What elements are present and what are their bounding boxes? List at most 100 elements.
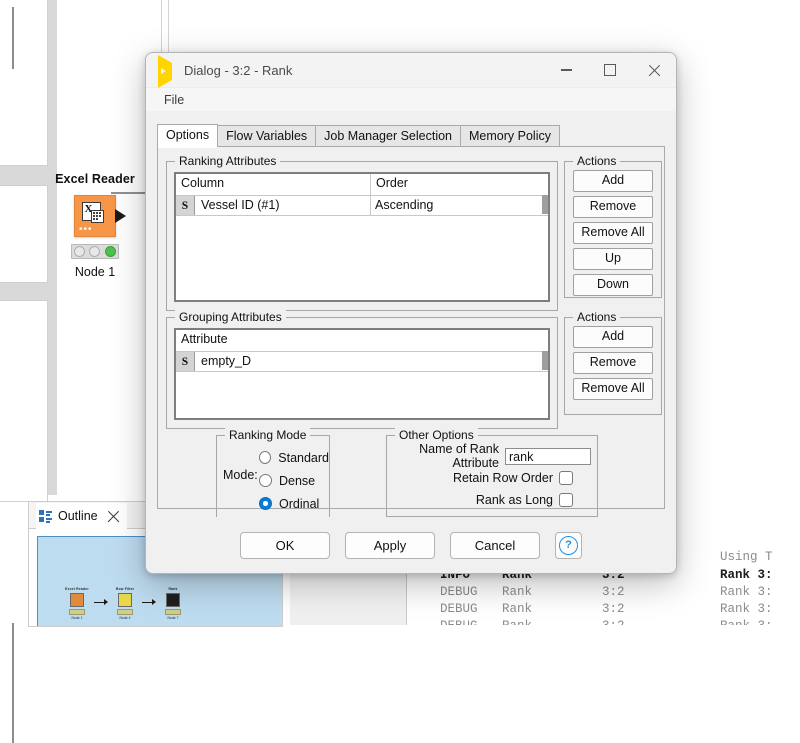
console-source: Rank xyxy=(502,585,533,599)
mini-node-name: Rank xyxy=(168,587,178,591)
column-header-order[interactable]: Order xyxy=(371,174,548,195)
mini-node-label: Node 4 xyxy=(119,616,131,620)
tab-job-manager-selection[interactable]: Job Manager Selection xyxy=(315,125,462,147)
retain-row-order-checkbox[interactable] xyxy=(559,471,573,485)
node-menu-dots-icon[interactable]: ••• xyxy=(79,225,93,235)
window-controls xyxy=(544,53,676,87)
console-source: Rank xyxy=(502,602,533,616)
retain-row-order-label: Retain Row Order xyxy=(452,471,553,485)
workflow-node-excel-reader[interactable]: Excel Reader X ••• Node 1 xyxy=(52,172,138,279)
grouping-add-button[interactable]: Add xyxy=(573,326,653,348)
cell-order[interactable]: Ascending xyxy=(371,196,548,215)
radio-standard[interactable]: Standard xyxy=(217,446,329,469)
ranking-mode-group: Ranking Mode Mode: Standard Dense Ordina… xyxy=(216,428,330,521)
help-icon: ? xyxy=(559,535,578,555)
grouping-remove-all-button[interactable]: Remove All xyxy=(573,378,653,400)
console-message: Rank 3: xyxy=(720,568,773,582)
dialog-footer: OK Apply Cancel ? xyxy=(146,517,676,573)
ranking-actions-buttons: Add Remove Remove All Up Down xyxy=(565,162,661,296)
node-body[interactable]: X ••• xyxy=(74,195,126,237)
ranking-down-button[interactable]: Down xyxy=(573,274,653,296)
close-button[interactable] xyxy=(632,53,676,87)
rank-as-long-checkbox[interactable] xyxy=(559,493,573,507)
dialog-menubar[interactable]: File xyxy=(146,88,676,113)
tab-outline[interactable]: Outline xyxy=(36,503,127,529)
maximize-button[interactable] xyxy=(588,53,632,87)
ranking-actions-group: Actions Add Remove Remove All Up Down xyxy=(564,154,662,298)
table-scroll-indicator[interactable] xyxy=(542,351,548,370)
node-output-port[interactable] xyxy=(115,209,126,223)
table-scroll-indicator[interactable] xyxy=(542,195,548,214)
ranking-remove-button[interactable]: Remove xyxy=(573,196,653,218)
column-header-attribute[interactable]: Attribute xyxy=(176,330,548,351)
radio-ordinal-input[interactable] xyxy=(259,497,272,510)
ranking-attributes-group: Ranking Attributes Column Order S Vessel… xyxy=(166,154,558,311)
tab-flow-variables[interactable]: Flow Variables xyxy=(217,125,317,147)
panel-scroll-indicator xyxy=(12,7,14,69)
console-row: DEBUGRank3:2Rank 3: xyxy=(440,602,773,616)
table-header: Column Order xyxy=(176,174,548,196)
table-row[interactable]: S empty_D xyxy=(176,352,548,372)
tab-options[interactable]: Options xyxy=(157,124,219,148)
grouping-remove-button[interactable]: Remove xyxy=(573,352,653,374)
rank-node-dialog[interactable]: Dialog - 3:2 - Rank File Options Flow Va… xyxy=(145,52,677,574)
ranking-up-button[interactable]: Up xyxy=(573,248,653,270)
radio-dense-input[interactable] xyxy=(259,474,272,487)
radio-standard-label: Standard xyxy=(278,450,329,465)
radio-dense[interactable]: Dense xyxy=(217,469,329,492)
minimize-button[interactable] xyxy=(544,53,588,87)
collapsed-panel-3[interactable] xyxy=(0,300,48,743)
console-row: DEBUGRank3:2Rank 3: xyxy=(440,585,773,599)
rank-attribute-row: Name of Rank Attribute rank xyxy=(387,442,597,470)
status-led-executed xyxy=(104,246,116,257)
dialog-body: Options Flow Variables Job Manager Selec… xyxy=(146,111,676,521)
mini-node: Rank Node 7 xyxy=(156,587,190,620)
other-options-group: Other Options Name of Rank Attribute ran… xyxy=(386,428,598,517)
mini-node-label: Node 7 xyxy=(167,616,179,620)
options-tabpanel: Ranking Attributes Column Order S Vessel… xyxy=(157,146,665,521)
cell-attribute[interactable]: empty_D xyxy=(195,352,548,371)
mini-node-box xyxy=(118,593,132,607)
grouping-actions-group: Actions Add Remove Remove All xyxy=(564,310,662,415)
grouping-actions-legend: Actions xyxy=(573,310,621,324)
retain-row-order-row: Retain Row Order xyxy=(387,467,597,489)
ranking-attributes-legend: Ranking Attributes xyxy=(175,154,281,168)
table-row[interactable]: S Vessel ID (#1) Ascending xyxy=(176,196,548,216)
grouping-attributes-table[interactable]: Attribute S empty_D xyxy=(174,328,550,420)
cancel-button[interactable]: Cancel xyxy=(450,531,540,559)
column-header-column[interactable]: Column xyxy=(176,174,371,195)
table-header: Attribute xyxy=(176,330,548,352)
mini-node-label: Node 1 xyxy=(71,616,83,620)
close-icon xyxy=(648,64,661,77)
ok-button[interactable]: OK xyxy=(240,531,330,559)
node-label: Node 1 xyxy=(74,265,116,279)
dialog-titlebar[interactable]: Dialog - 3:2 - Rank xyxy=(146,53,676,88)
radio-ordinal[interactable]: Ordinal xyxy=(217,492,329,515)
outline-tab-label: Outline xyxy=(58,509,98,523)
collapsed-panel-1[interactable] xyxy=(0,0,48,166)
menu-item-file[interactable]: File xyxy=(159,91,189,109)
radio-standard-input[interactable] xyxy=(259,451,272,464)
console-message: Using T xyxy=(720,550,773,564)
apply-button[interactable]: Apply xyxy=(345,531,435,559)
ranking-add-button[interactable]: Add xyxy=(573,170,653,192)
radio-dense-label: Dense xyxy=(279,473,316,488)
excel-icon: X xyxy=(82,202,104,223)
tab-memory-policy[interactable]: Memory Policy xyxy=(460,125,560,147)
cell-column[interactable]: Vessel ID (#1) xyxy=(195,196,371,215)
other-options-legend: Other Options xyxy=(395,428,478,442)
outline-mini-flow: Excel Reader Node 1 Row Filter Node 4 Ra… xyxy=(60,587,190,620)
ranking-attributes-table[interactable]: Column Order S Vessel ID (#1) Ascending xyxy=(174,172,550,302)
outline-icon xyxy=(39,510,52,523)
ranking-remove-all-button[interactable]: Remove All xyxy=(573,222,653,244)
console-message: Rank 3: xyxy=(720,602,773,616)
rank-attribute-input[interactable]: rank xyxy=(505,447,591,465)
status-led-configured xyxy=(89,246,101,257)
mini-node-status xyxy=(165,608,181,615)
console-row: DEBUGRank3:2Rank 3: xyxy=(440,619,773,625)
mini-node-name: Excel Reader xyxy=(65,587,89,591)
collapsed-panel-2[interactable] xyxy=(0,185,48,283)
close-icon[interactable] xyxy=(107,510,120,523)
console-level: DEBUG xyxy=(440,585,478,599)
help-button[interactable]: ? xyxy=(555,531,582,559)
